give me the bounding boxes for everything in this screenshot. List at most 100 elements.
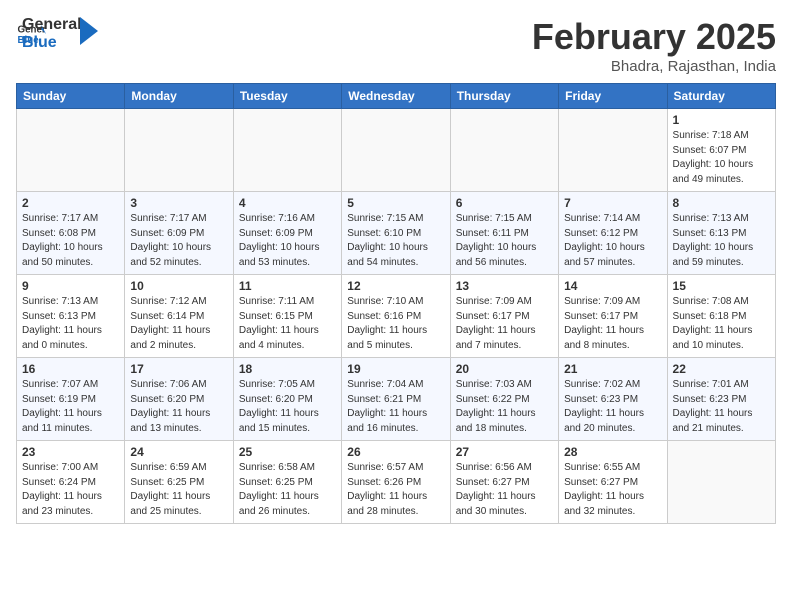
location: Bhadra, Rajasthan, India <box>532 58 776 75</box>
day-number: 8 <box>673 196 770 210</box>
calendar-cell: 7 Sunrise: 7:14 AM Sunset: 6:12 PM Daylig… <box>559 192 667 275</box>
title-block: February 2025 Bhadra, Rajasthan, India <box>532 16 776 75</box>
calendar-cell: 23 Sunrise: 7:00 AM Sunset: 6:24 PM Dayli… <box>17 441 125 524</box>
week-row-3: 9Sunrise: 7:13 AM Sunset: 6:13 PM Daylig… <box>17 275 776 358</box>
calendar-cell: 17 Sunrise: 7:06 AM Sunset: 6:20 PM Dayli… <box>125 358 233 441</box>
day-number: 28 <box>564 445 661 459</box>
day-info: Sunrise: 6:57 AM Sunset: 6:26 PM Dayligh… <box>347 461 444 519</box>
day-info: Sunrise: 7:12 AM Sunset: 6:14 PM Dayligh… <box>130 295 227 353</box>
day-info: Sunrise: 7:15 AM Sunset: 6:11 PM Dayligh… <box>456 212 553 270</box>
calendar-cell: 8Sunrise: 7:13 AM Sunset: 6:13 PM Daylig… <box>667 192 775 275</box>
weekday-header-sunday: Sunday <box>17 84 125 109</box>
day-number: 7 <box>564 196 661 210</box>
day-number: 27 <box>456 445 553 459</box>
calendar-cell: 9Sunrise: 7:13 AM Sunset: 6:13 PM Daylig… <box>17 275 125 358</box>
day-info: Sunrise: 7:18 AM Sunset: 6:07 PM Dayligh… <box>673 129 770 187</box>
day-info: Sunrise: 7:02 AM Sunset: 6:23 PM Dayligh… <box>564 378 661 436</box>
day-number: 23 <box>22 445 119 459</box>
day-info: Sunrise: 7:05 AM Sunset: 6:20 PM Dayligh… <box>239 378 336 436</box>
day-info: Sunrise: 7:00 AM Sunset: 6:24 PM Dayligh… <box>22 461 119 519</box>
calendar-cell: 16 Sunrise: 7:07 AM Sunset: 6:19 PM Dayli… <box>17 358 125 441</box>
calendar-cell: 19 Sunrise: 7:04 AM Sunset: 6:21 PM Dayli… <box>342 358 450 441</box>
day-info: Sunrise: 7:16 AM Sunset: 6:09 PM Dayligh… <box>239 212 336 270</box>
day-info: Sunrise: 7:09 AM Sunset: 6:17 PM Dayligh… <box>564 295 661 353</box>
day-number: 9 <box>22 279 119 293</box>
day-info: Sunrise: 7:09 AM Sunset: 6:17 PM Dayligh… <box>456 295 553 353</box>
day-number: 24 <box>130 445 227 459</box>
day-number: 13 <box>456 279 553 293</box>
day-number: 17 <box>130 362 227 376</box>
day-number: 18 <box>239 362 336 376</box>
day-number: 3 <box>130 196 227 210</box>
day-info: Sunrise: 6:59 AM Sunset: 6:25 PM Dayligh… <box>130 461 227 519</box>
logo-blue: Blue <box>22 34 82 52</box>
weekday-header-tuesday: Tuesday <box>233 84 341 109</box>
day-number: 12 <box>347 279 444 293</box>
calendar-cell: 15 Sunrise: 7:08 AM Sunset: 6:18 PM Dayli… <box>667 275 775 358</box>
weekday-header-monday: Monday <box>125 84 233 109</box>
logo-arrow-icon <box>80 17 98 45</box>
calendar-cell: 2 Sunrise: 7:17 AM Sunset: 6:08 PM Daylig… <box>17 192 125 275</box>
week-row-2: 2 Sunrise: 7:17 AM Sunset: 6:08 PM Daylig… <box>17 192 776 275</box>
day-number: 25 <box>239 445 336 459</box>
calendar-table: SundayMondayTuesdayWednesdayThursdayFrid… <box>16 83 776 524</box>
day-info: Sunrise: 7:03 AM Sunset: 6:22 PM Dayligh… <box>456 378 553 436</box>
day-info: Sunrise: 7:07 AM Sunset: 6:19 PM Dayligh… <box>22 378 119 436</box>
weekday-header-row: SundayMondayTuesdayWednesdayThursdayFrid… <box>17 84 776 109</box>
weekday-header-wednesday: Wednesday <box>342 84 450 109</box>
day-info: Sunrise: 7:10 AM Sunset: 6:16 PM Dayligh… <box>347 295 444 353</box>
day-info: Sunrise: 7:14 AM Sunset: 6:12 PM Dayligh… <box>564 212 661 270</box>
week-row-1: 1 Sunrise: 7:18 AM Sunset: 6:07 PM Daylig… <box>17 109 776 192</box>
weekday-header-thursday: Thursday <box>450 84 558 109</box>
day-number: 26 <box>347 445 444 459</box>
week-row-4: 16 Sunrise: 7:07 AM Sunset: 6:19 PM Dayli… <box>17 358 776 441</box>
logo-general: General <box>22 16 82 34</box>
logo: General Blue General Blue <box>16 16 98 51</box>
calendar-cell: 11 Sunrise: 7:11 AM Sunset: 6:15 PM Dayli… <box>233 275 341 358</box>
day-number: 2 <box>22 196 119 210</box>
calendar-cell: 1 Sunrise: 7:18 AM Sunset: 6:07 PM Daylig… <box>667 109 775 192</box>
day-number: 22 <box>673 362 770 376</box>
day-info: Sunrise: 6:58 AM Sunset: 6:25 PM Dayligh… <box>239 461 336 519</box>
calendar-cell <box>450 109 558 192</box>
calendar-cell: 13 Sunrise: 7:09 AM Sunset: 6:17 PM Dayli… <box>450 275 558 358</box>
day-info: Sunrise: 7:17 AM Sunset: 6:09 PM Dayligh… <box>130 212 227 270</box>
calendar-cell: 10 Sunrise: 7:12 AM Sunset: 6:14 PM Dayli… <box>125 275 233 358</box>
calendar-cell: 6Sunrise: 7:15 AM Sunset: 6:11 PM Daylig… <box>450 192 558 275</box>
calendar-cell: 3 Sunrise: 7:17 AM Sunset: 6:09 PM Daylig… <box>125 192 233 275</box>
day-info: Sunrise: 7:06 AM Sunset: 6:20 PM Dayligh… <box>130 378 227 436</box>
weekday-header-saturday: Saturday <box>667 84 775 109</box>
day-number: 20 <box>456 362 553 376</box>
day-number: 14 <box>564 279 661 293</box>
calendar-cell: 4 Sunrise: 7:16 AM Sunset: 6:09 PM Daylig… <box>233 192 341 275</box>
calendar-cell: 25 Sunrise: 6:58 AM Sunset: 6:25 PM Dayli… <box>233 441 341 524</box>
calendar-cell: 21Sunrise: 7:02 AM Sunset: 6:23 PM Dayli… <box>559 358 667 441</box>
day-number: 4 <box>239 196 336 210</box>
day-number: 10 <box>130 279 227 293</box>
day-info: Sunrise: 6:55 AM Sunset: 6:27 PM Dayligh… <box>564 461 661 519</box>
weekday-header-friday: Friday <box>559 84 667 109</box>
calendar-cell: 24 Sunrise: 6:59 AM Sunset: 6:25 PM Dayli… <box>125 441 233 524</box>
day-info: Sunrise: 7:04 AM Sunset: 6:21 PM Dayligh… <box>347 378 444 436</box>
calendar-cell: 28 Sunrise: 6:55 AM Sunset: 6:27 PM Dayli… <box>559 441 667 524</box>
calendar-cell: 14 Sunrise: 7:09 AM Sunset: 6:17 PM Dayli… <box>559 275 667 358</box>
calendar-cell: 12 Sunrise: 7:10 AM Sunset: 6:16 PM Dayli… <box>342 275 450 358</box>
calendar-cell: 26 Sunrise: 6:57 AM Sunset: 6:26 PM Dayli… <box>342 441 450 524</box>
day-number: 1 <box>673 113 770 127</box>
calendar-cell <box>17 109 125 192</box>
calendar-cell <box>233 109 341 192</box>
day-number: 16 <box>22 362 119 376</box>
calendar-cell: 22Sunrise: 7:01 AM Sunset: 6:23 PM Dayli… <box>667 358 775 441</box>
day-info: Sunrise: 7:15 AM Sunset: 6:10 PM Dayligh… <box>347 212 444 270</box>
day-number: 19 <box>347 362 444 376</box>
day-info: Sunrise: 7:08 AM Sunset: 6:18 PM Dayligh… <box>673 295 770 353</box>
calendar-cell: 18 Sunrise: 7:05 AM Sunset: 6:20 PM Dayli… <box>233 358 341 441</box>
day-number: 11 <box>239 279 336 293</box>
day-number: 15 <box>673 279 770 293</box>
calendar-cell <box>125 109 233 192</box>
page-header: General Blue General Blue February 2025 … <box>16 16 776 75</box>
day-number: 5 <box>347 196 444 210</box>
month-title: February 2025 <box>532 16 776 58</box>
day-info: Sunrise: 7:17 AM Sunset: 6:08 PM Dayligh… <box>22 212 119 270</box>
day-info: Sunrise: 7:11 AM Sunset: 6:15 PM Dayligh… <box>239 295 336 353</box>
